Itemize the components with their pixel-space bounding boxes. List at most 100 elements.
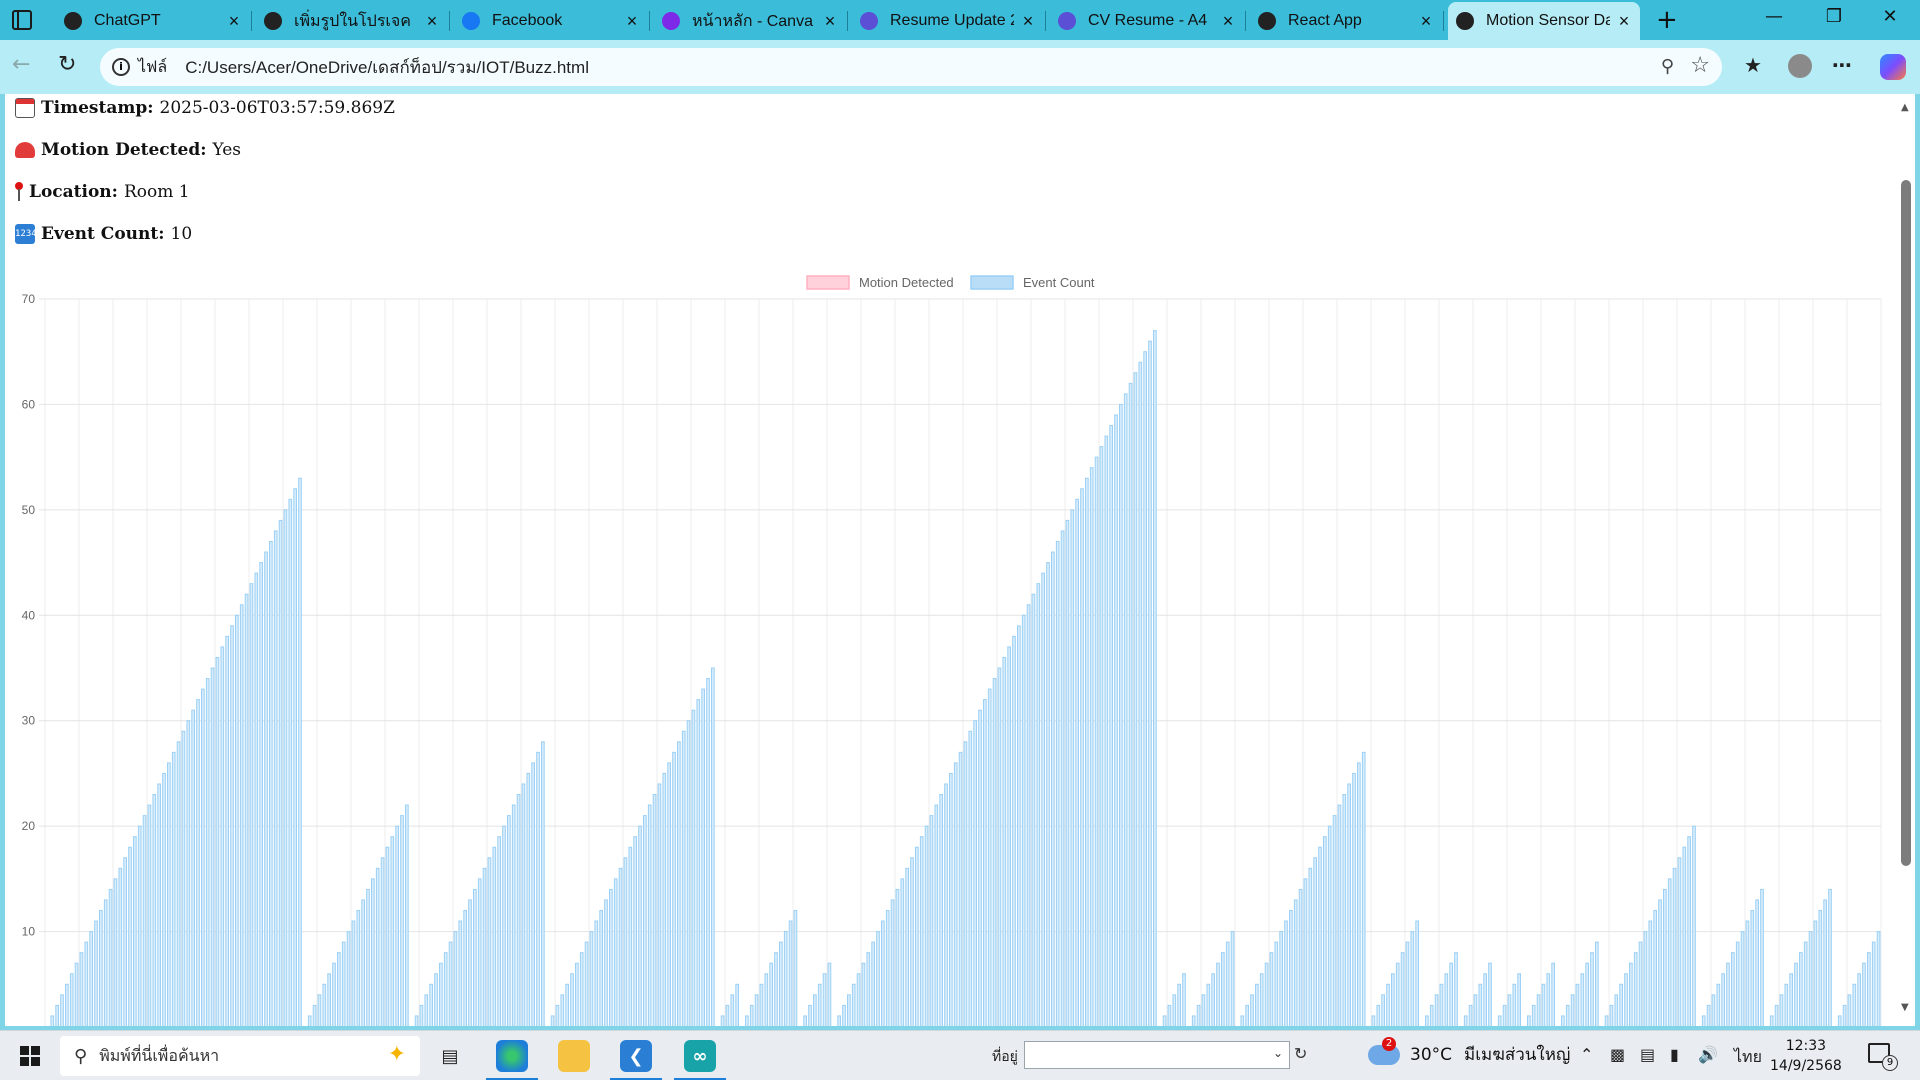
bar-event-count xyxy=(1755,899,1759,1026)
scroll-thumb[interactable] xyxy=(1901,180,1911,866)
close-tab-icon[interactable]: × xyxy=(424,11,440,32)
copilot-icon[interactable] xyxy=(1880,54,1906,80)
back-button[interactable]: ← xyxy=(12,52,30,77)
bar-event-count xyxy=(866,952,871,1026)
bar-event-count xyxy=(1818,909,1823,1026)
bar-event-count xyxy=(1478,983,1483,1026)
legend-item[interactable]: Motion Detected xyxy=(806,275,954,290)
browser-tab[interactable]: React App × xyxy=(1250,2,1444,40)
weather-widget[interactable]: 2 30°C มีเมฆส่วนใหญ่ xyxy=(1368,1036,1570,1068)
refresh-icon[interactable]: ↻ xyxy=(1294,1044,1307,1063)
bar-event-count xyxy=(1721,973,1725,1026)
browser-tab[interactable]: เพิ่มรูปในโปรเจค × xyxy=(256,2,450,40)
close-tab-icon[interactable]: × xyxy=(1220,11,1236,32)
motion-chart: 10 20 30 40 50 60 70 Motion Detected Event Count xyxy=(22,275,1882,1026)
url-text[interactable]: C:/Users/Acer/OneDrive/เดสก์ท็อป/รวม/IOT… xyxy=(185,54,589,81)
browser-tab[interactable]: หน้าหลัก - Canva × xyxy=(654,2,848,40)
scroll-down-arrow[interactable]: ▼ xyxy=(1901,1002,1909,1013)
language-indicator[interactable]: ไทย xyxy=(1734,1045,1762,1070)
chevron-down-icon[interactable]: ⌄ xyxy=(1273,1046,1283,1060)
bar-event-count xyxy=(803,1015,807,1026)
cloud-icon: 2 xyxy=(1368,1036,1400,1065)
tab-actions-icon[interactable] xyxy=(12,10,32,30)
close-tab-icon[interactable]: × xyxy=(1418,11,1434,32)
profile-avatar[interactable] xyxy=(1788,54,1812,78)
bar-event-count xyxy=(579,952,584,1026)
bar-event-count xyxy=(536,751,540,1026)
bar-event-count xyxy=(123,857,127,1026)
zoom-icon[interactable]: ⚲ xyxy=(1661,56,1674,77)
vscode-icon[interactable]: ❮ xyxy=(610,1040,662,1080)
bar-event-count xyxy=(1085,477,1089,1026)
close-tab-icon[interactable]: × xyxy=(822,11,838,32)
favorites-icon[interactable]: ★ xyxy=(1744,53,1762,77)
restore-button[interactable]: ❐ xyxy=(1814,6,1854,27)
tab-title: Motion Sensor Da xyxy=(1486,12,1610,29)
info-icon[interactable]: i xyxy=(112,58,130,76)
clock[interactable]: 12:33 14/9/2568 xyxy=(1770,1036,1842,1076)
bar-event-count xyxy=(618,867,623,1026)
browser-tab[interactable]: Motion Sensor Da × xyxy=(1448,2,1640,40)
notification-icon[interactable]: 9 xyxy=(1868,1043,1898,1071)
close-tab-icon[interactable]: × xyxy=(1616,11,1632,32)
more-menu-icon[interactable]: ⋯ xyxy=(1832,53,1852,77)
minimize-button[interactable]: — xyxy=(1754,6,1794,27)
bar-event-count xyxy=(779,941,783,1026)
legend-item[interactable]: Event Count xyxy=(970,275,1095,290)
close-window-button[interactable]: ✕ xyxy=(1870,6,1910,27)
bar-event-count xyxy=(201,688,205,1026)
browser-tab[interactable]: Resume Update 20 × xyxy=(852,2,1046,40)
chevron-up-icon[interactable]: ⌃ xyxy=(1580,1045,1593,1064)
bar-event-count xyxy=(1080,488,1084,1026)
sparkle-icon: ✦ xyxy=(387,1042,406,1067)
favorite-star-icon[interactable]: ☆ xyxy=(1690,53,1710,78)
bar-event-count xyxy=(1046,562,1050,1026)
bar-event-count xyxy=(565,983,569,1026)
y-tick-label: 60 xyxy=(22,397,36,411)
bar-event-count xyxy=(429,983,433,1026)
close-tab-icon[interactable]: × xyxy=(1020,11,1036,32)
file-explorer-icon[interactable] xyxy=(558,1040,590,1072)
tab-separator xyxy=(649,11,650,31)
bar-event-count xyxy=(1731,952,1735,1026)
task-view-icon[interactable]: ▤ xyxy=(434,1040,466,1072)
bar-event-count xyxy=(113,878,118,1026)
y-tick-label: 70 xyxy=(22,292,36,306)
start-button[interactable] xyxy=(20,1046,40,1066)
bar-event-count xyxy=(1546,973,1551,1026)
bar-event-count xyxy=(1109,425,1113,1026)
arduino-icon[interactable]: ∞ xyxy=(674,1040,726,1080)
address-toolbar-input[interactable]: ⌄ xyxy=(1024,1041,1290,1069)
close-tab-icon[interactable]: × xyxy=(624,11,640,32)
bar-event-count xyxy=(1191,1015,1196,1026)
bar-event-count xyxy=(769,962,773,1026)
bar-event-count xyxy=(1468,1004,1473,1026)
bar-event-count xyxy=(269,540,273,1026)
bar-event-count xyxy=(356,909,361,1026)
taskbar-search[interactable]: ⚲ พิมพ์ที่นี่เพื่อค้นหา ✦ xyxy=(60,1036,420,1076)
address-bar[interactable]: i ไฟล์ C:/Users/Acer/OneDrive/เดสก์ท็อป/… xyxy=(100,48,1722,86)
display-icon[interactable]: ▩ xyxy=(1610,1045,1625,1064)
bar-event-count xyxy=(162,772,166,1026)
refresh-button[interactable]: ↻ xyxy=(58,52,76,77)
browser-tab[interactable]: CV Resume - A4 × xyxy=(1050,2,1246,40)
browser-tab[interactable]: Facebook × xyxy=(454,2,650,40)
speaker-icon[interactable]: 🔊 xyxy=(1698,1045,1718,1064)
network-icon[interactable]: ▤ xyxy=(1640,1045,1655,1064)
bar-event-count xyxy=(1760,888,1764,1026)
bar-event-count xyxy=(623,857,628,1026)
bar-event-count xyxy=(604,899,608,1026)
browser-tab[interactable]: ChatGPT × xyxy=(56,2,252,40)
scroll-up-arrow[interactable]: ▲ xyxy=(1901,102,1909,113)
bar-event-count xyxy=(997,667,1002,1026)
bar-event-count xyxy=(341,941,346,1026)
bar-event-count xyxy=(1021,614,1026,1026)
bar-event-count xyxy=(157,783,161,1026)
page-scrollbar[interactable]: ▲ ▼ xyxy=(1897,94,1915,1026)
bar-event-count xyxy=(278,519,283,1026)
edge-icon[interactable] xyxy=(486,1040,538,1080)
battery-icon[interactable]: ▮ xyxy=(1670,1045,1679,1064)
new-tab-button[interactable]: + xyxy=(1656,6,1678,34)
bar-event-count xyxy=(1429,1004,1434,1026)
close-tab-icon[interactable]: × xyxy=(226,11,242,32)
